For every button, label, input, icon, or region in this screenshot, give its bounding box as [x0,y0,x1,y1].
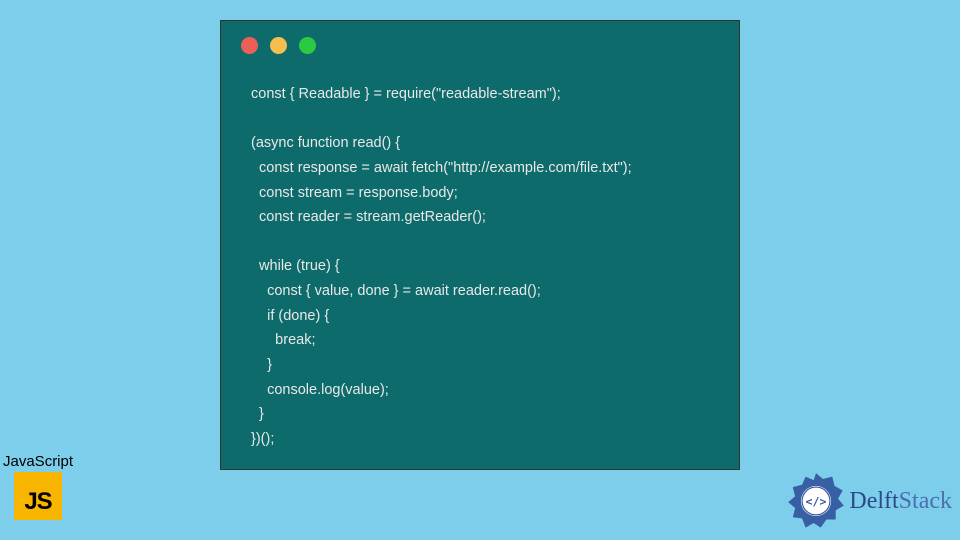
code-window: const { Readable } = require("readable-s… [220,20,740,470]
maximize-icon [299,37,316,54]
javascript-label: JavaScript [3,453,73,470]
window-controls [221,21,739,62]
delftstack-icon: </> [787,472,845,530]
javascript-badge: JavaScript JS [3,453,73,520]
minimize-icon [270,37,287,54]
svg-text:</>: </> [806,495,827,509]
delft-text-part2: Stack [899,488,952,514]
delft-text-part1: Delft [849,488,898,514]
code-content: const { Readable } = require("readable-s… [221,62,739,472]
javascript-icon-text: JS [24,488,51,516]
delftstack-badge: </> DelftStack [787,472,952,530]
javascript-icon: JS [14,472,62,520]
close-icon [241,37,258,54]
delftstack-text: DelftStack [849,488,952,515]
